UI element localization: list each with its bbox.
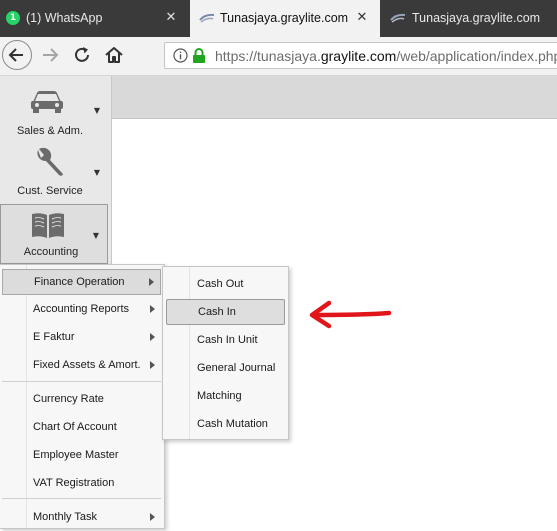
chevron-down-icon[interactable]: ▼ (94, 168, 100, 177)
chevron-down-icon[interactable]: ▼ (93, 231, 99, 240)
submenu-arrow-icon (150, 513, 155, 521)
back-arrow-icon (8, 48, 23, 62)
whatsapp-icon: 1 (6, 11, 20, 25)
submenu-arrow-icon (150, 333, 155, 341)
lock-icon (193, 48, 205, 63)
back-button[interactable] (2, 40, 32, 70)
submenu-arrow-icon (149, 278, 154, 286)
menu-item-currency-rate[interactable]: Currency Rate (2, 387, 161, 413)
menu-item-label: General Journal (197, 362, 276, 374)
tab-title: Tunasjaya.graylite.com (412, 11, 541, 25)
tab-graylite[interactable]: Tunasjaya.graylite.com (380, 0, 557, 37)
menu-item-label: Accounting Reports (33, 303, 129, 315)
url-text: https://tunasjaya.graylite.com/web/appli… (215, 48, 557, 64)
menu-separator (2, 498, 161, 499)
module-label: Sales & Adm. (16, 125, 84, 137)
submenu-arrow-icon (150, 361, 155, 369)
module-accounting[interactable]: Accounting ▼ (0, 204, 108, 264)
module-sales-adm[interactable]: Sales & Adm. ▼ (0, 80, 108, 140)
submenu-arrow-icon (150, 305, 155, 313)
chevron-down-icon[interactable]: ▼ (94, 106, 100, 115)
module-label: Accounting (23, 246, 79, 258)
menu-item-e-faktur[interactable]: E Faktur (2, 325, 161, 351)
tab-title: Tunasjaya.graylite.com (220, 11, 349, 25)
menu-item-label: Cash Out (197, 278, 244, 290)
menu-item-label: Currency Rate (33, 393, 104, 405)
home-button[interactable] (102, 43, 126, 67)
navigation-toolbar: https://tunasjaya.graylite.com/web/appli… (0, 37, 557, 76)
url-path: /web/application/index.php (396, 48, 557, 64)
info-icon[interactable] (173, 48, 188, 63)
menu-item-general-journal[interactable]: General Journal (166, 356, 285, 382)
menu-item-label: Fixed Assets & Amort. (33, 359, 141, 371)
menu-item-label: Monthly Task (33, 511, 97, 523)
car-icon (31, 91, 63, 113)
menu-item-cash-mutation[interactable]: Cash Mutation (166, 412, 285, 438)
graylite-icon (199, 13, 215, 23)
menu-item-label: Cash In Unit (197, 334, 258, 346)
book-icon (32, 213, 64, 238)
menu-item-monthly-task[interactable]: Monthly Task (2, 505, 161, 531)
browser-tab-strip: 1 (1) WhatsApp ✕ Tunasjaya.graylite.com … (0, 0, 557, 37)
menu-item-cash-in[interactable]: Cash In (166, 299, 285, 325)
tab-graylite-active[interactable]: Tunasjaya.graylite.com ✕ (190, 0, 380, 37)
menu-item-label: Finance Operation (34, 276, 125, 288)
wrench-icon (37, 147, 63, 176)
content-header-bar (112, 76, 557, 119)
menu-item-label: VAT Registration (33, 477, 115, 489)
module-cust-service[interactable]: Cust. Service ▼ (0, 142, 108, 202)
tab-title: (1) WhatsApp (26, 11, 103, 25)
menu-item-label: Matching (197, 390, 242, 402)
forward-button[interactable] (38, 43, 62, 67)
menu-item-finance-operation[interactable]: Finance Operation (2, 269, 161, 295)
reload-button[interactable] (70, 43, 94, 67)
menu-item-matching[interactable]: Matching (166, 384, 285, 410)
menu-separator (2, 381, 161, 382)
menu-item-vat-registration[interactable]: VAT Registration (2, 471, 161, 497)
address-bar[interactable]: https://tunasjaya.graylite.com/web/appli… (164, 42, 557, 69)
accounting-menu: Finance Operation Accounting Reports E F… (0, 264, 165, 529)
menu-item-fixed-assets[interactable]: Fixed Assets & Amort. (2, 353, 161, 379)
graylite-icon (390, 13, 406, 23)
menu-item-accounting-reports[interactable]: Accounting Reports (2, 297, 161, 323)
reload-icon (75, 47, 89, 62)
url-prefix: https://tunasjaya. (215, 48, 321, 64)
tab-whatsapp[interactable]: 1 (1) WhatsApp ✕ (0, 0, 190, 37)
menu-item-cash-in-unit[interactable]: Cash In Unit (166, 328, 285, 354)
url-domain: graylite.com (320, 48, 397, 64)
menu-item-label: Cash Mutation (197, 418, 268, 430)
forward-arrow-icon (43, 48, 59, 62)
annotation-arrow-icon (309, 300, 392, 329)
menu-item-label: Chart Of Account (33, 421, 117, 433)
module-label: Cust. Service (17, 185, 83, 197)
menu-item-label: E Faktur (33, 331, 75, 343)
close-tab-icon[interactable]: ✕ (162, 9, 180, 27)
menu-item-cash-out[interactable]: Cash Out (166, 272, 285, 298)
home-icon (105, 47, 123, 63)
menu-item-employee-master[interactable]: Employee Master (2, 443, 161, 469)
menu-item-label: Cash In (198, 306, 236, 318)
close-tab-icon[interactable]: ✕ (353, 9, 371, 27)
menu-item-chart-of-account[interactable]: Chart Of Account (2, 415, 161, 441)
finance-operation-submenu: Cash Out Cash In Cash In Unit General Jo… (162, 266, 289, 440)
menu-item-label: Employee Master (33, 449, 119, 461)
